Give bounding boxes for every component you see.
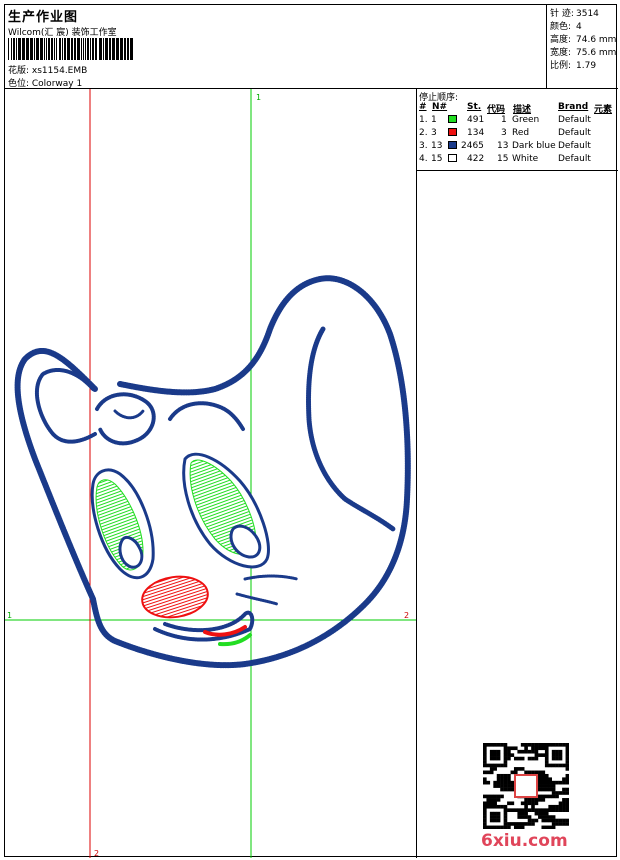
barcode-icon [8, 38, 133, 60]
table-row: 1. 1 491 1 Green Default [419, 115, 591, 125]
stat-colors: 颜色: 4 [550, 22, 582, 32]
header-info: 生产作业图 Wilcom(汇 宸) 装饰工作室 花版: xs1154.EMB 色… [5, 5, 547, 89]
right-ear-inner [306, 326, 396, 532]
guide-label: 2 [404, 611, 409, 620]
col-header-needle: N# [432, 102, 448, 112]
brow-left [95, 392, 156, 446]
brow-right [168, 401, 245, 431]
panel-divider [416, 171, 417, 858]
table-row: 4. 15 422 15 White Default [419, 154, 591, 164]
table-row: 2. 3 134 3 Red Default [419, 128, 591, 138]
brow-curl [113, 409, 145, 420]
colorway-line: 色位: Colorway 1 [8, 79, 83, 89]
col-header-code: 代码 [487, 105, 506, 115]
embroidery-canvas: 1 1 2 2 [5, 89, 416, 858]
guide-label: 1 [7, 611, 12, 620]
whisker-2 [235, 592, 279, 606]
col-header-brand: Brand [558, 102, 589, 112]
watermark-logo: 6xiu.com [481, 831, 568, 851]
qr-code-icon [483, 743, 569, 829]
stop-sequence-table: 停止顺序: # N# St. 代码 描述 Brand 元素 1. 1 491 1… [416, 89, 618, 171]
table-row: 3. 13 2465 13 Dark blue Default [419, 141, 591, 151]
embroidery-design [14, 275, 411, 669]
stat-stitches: 针 迹: 3514 [550, 9, 599, 19]
stat-scale: 比例: 1.79 [550, 61, 597, 71]
col-header-num: # [419, 102, 427, 112]
color-swatch [448, 154, 457, 162]
guide-label: 1 [256, 93, 261, 102]
col-header-desc: 描述 [513, 105, 532, 115]
nose [141, 575, 209, 619]
col-header-stitches: St. [467, 102, 482, 112]
guide-label: 2 [94, 849, 99, 858]
left-ear-inner [34, 368, 97, 444]
stats-panel: 针 迹: 3514 颜色: 4 高度: 74.6 mm 宽度: 75.6 mm 比例: 1… [547, 5, 618, 89]
studio-subtitle: Wilcom(汇 宸) 装饰工作室 [8, 28, 117, 38]
design-file-line: 花版: xs1154.EMB [8, 66, 88, 76]
color-swatch [448, 128, 457, 136]
color-swatch [448, 141, 457, 149]
page-title: 生产作业图 [8, 10, 79, 25]
whisker-1 [243, 574, 299, 581]
production-sheet: 生产作业图 Wilcom(汇 宸) 装饰工作室 花版: xs1154.EMB 色… [4, 4, 618, 858]
stat-width: 宽度: 75.6 mm [550, 48, 617, 58]
col-header-element: 元素 [594, 105, 613, 115]
color-swatch [448, 115, 457, 123]
stat-height: 高度: 74.6 mm [550, 35, 617, 45]
